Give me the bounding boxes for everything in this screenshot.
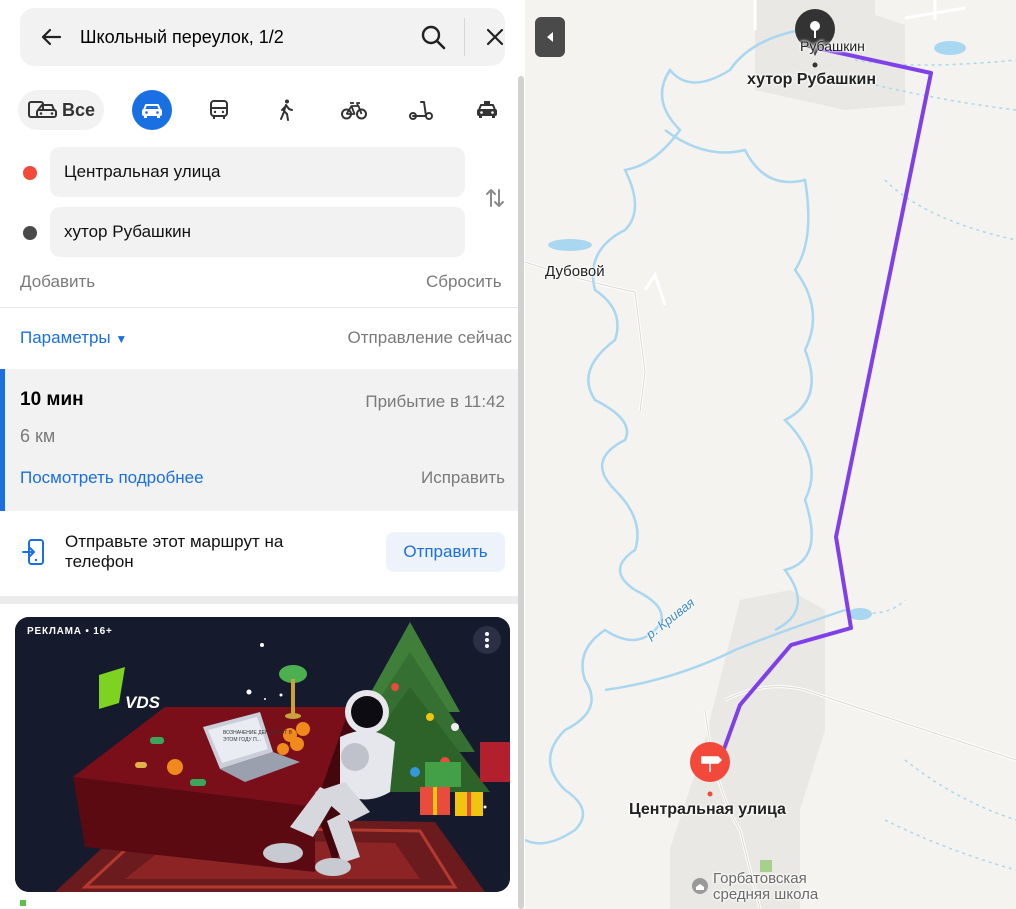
bicycle-icon (341, 102, 367, 120)
route-panel: Школьный переулок, 1/2 Все Центральная у… (0, 0, 525, 909)
route-arrival: Прибытие в 11:42 (365, 392, 505, 411)
mode-taxi-button[interactable] (467, 90, 507, 130)
destination-marker-dot (23, 226, 37, 240)
scooter-icon (409, 101, 433, 120)
mode-bus-button[interactable] (199, 90, 239, 130)
dropdown-caret-icon: ▼ (115, 332, 128, 346)
bus-icon (210, 100, 228, 119)
map-label-school[interactable]: Горбатовская средняя школа (713, 871, 833, 903)
swap-icon[interactable] (483, 186, 507, 210)
route-distance: 6 км (20, 426, 56, 446)
next-item-icon (20, 900, 26, 906)
divider (0, 307, 518, 308)
more-vertical-icon (485, 632, 489, 648)
chevron-left-icon (547, 32, 553, 42)
origin-value: Центральная улица (64, 162, 221, 181)
map-label-origin[interactable]: Центральная улица (629, 801, 786, 819)
ad-menu-button[interactable] (473, 626, 501, 654)
transport-modes: Все (18, 88, 508, 132)
departure-time-button[interactable]: Отправление сейчас (348, 328, 512, 348)
send-to-phone-icon (22, 539, 44, 565)
route-duration: 10 мин (20, 389, 84, 410)
car-icon (142, 104, 162, 118)
all-modes-icon (28, 101, 57, 118)
send-to-phone-block: Отправьте этот маршрут на телефон Отправ… (0, 512, 518, 596)
mode-scooter-button[interactable] (400, 90, 440, 130)
map-label-destination[interactable]: хутор Рубашкин (747, 71, 876, 89)
mode-all-label: Все (62, 100, 96, 120)
ad-illustration (15, 617, 510, 892)
mode-car-button[interactable] (132, 90, 172, 130)
mode-bicycle-button[interactable] (333, 90, 373, 130)
map-canvas (525, 0, 1016, 909)
ad-laptop-screen-text: ВОЗНАЧЕНИЕ ДЕН ВОРОТ В ЭТОМ ГОДУ П... (223, 730, 292, 743)
close-icon[interactable] (484, 26, 506, 48)
reset-button[interactable]: Сбросить (426, 272, 502, 292)
search-divider (464, 18, 465, 56)
search-bar[interactable]: Школьный переулок, 1/2 (20, 8, 505, 66)
mode-all-button[interactable]: Все (18, 90, 104, 130)
route-card[interactable]: 10 мин Прибытие в 11:42 6 км Посмотреть … (0, 369, 518, 511)
parameters-dropdown[interactable]: Параметры ▼ (20, 328, 127, 348)
destination-field[interactable]: хутор Рубашкин (50, 207, 465, 257)
add-point-button[interactable]: Добавить (20, 272, 95, 292)
search-query[interactable]: Школьный переулок, 1/2 (80, 27, 284, 48)
collapse-panel-button[interactable] (535, 17, 565, 57)
send-button[interactable]: Отправить (386, 532, 505, 572)
origin-field[interactable]: Центральная улица (50, 147, 465, 197)
mode-walk-button[interactable] (266, 90, 306, 130)
ad-label: РЕКЛАМА • 16+ (27, 626, 113, 637)
map-view[interactable]: Рубашкин хутор Рубашкин Дубовой р. Крива… (525, 0, 1016, 909)
route-selected-accent (0, 369, 5, 511)
send-to-phone-text: Отправьте этот маршрут на телефон (65, 532, 284, 571)
section-gap (0, 596, 518, 604)
search-icon[interactable] (420, 24, 446, 50)
route-details-link[interactable]: Посмотреть подробнее (20, 468, 204, 488)
back-arrow-icon[interactable] (39, 25, 63, 49)
origin-marker-dot (23, 166, 37, 180)
map-label-village[interactable]: Дубовой (545, 263, 605, 280)
walk-icon (280, 99, 293, 121)
panel-scrollbar[interactable] (518, 76, 524, 909)
parameters-label: Параметры (20, 328, 111, 347)
destination-value: хутор Рубашкин (64, 222, 192, 241)
taxi-icon (477, 101, 497, 118)
advertisement-banner[interactable]: РЕКЛАМА • 16+ VDS ВОЗНАЧЕНИЕ ДЕН ВОРОТ В… (15, 617, 510, 892)
ad-brand-logo: VDS (125, 693, 160, 712)
map-label-destination-small: Рубашкин (800, 38, 865, 54)
route-fix-link[interactable]: Исправить (421, 468, 505, 488)
